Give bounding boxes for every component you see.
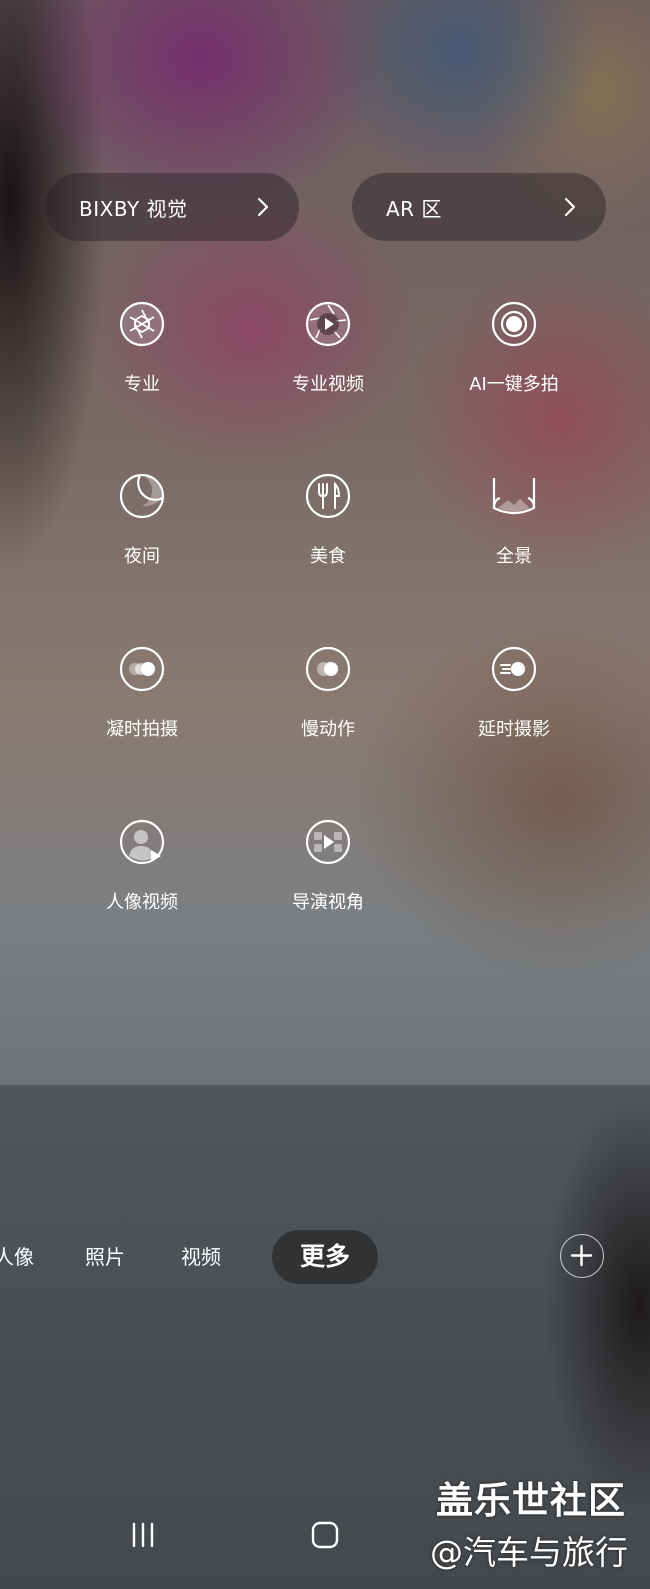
single-take-icon — [491, 301, 537, 347]
mode-label: 慢动作 — [301, 719, 355, 740]
mode-director-view[interactable]: 导演视角 — [253, 818, 403, 914]
aperture-icon — [119, 301, 165, 347]
mode-label: 美食 — [310, 546, 346, 567]
tab-video[interactable]: 视频 — [181, 1230, 221, 1284]
recent-apps-icon[interactable] — [128, 1520, 158, 1550]
camera-mode-tabs: 人像 照片 视频 更多 — [0, 1230, 650, 1288]
mode-label: 人像视频 — [106, 892, 178, 913]
ar-zone-label: AR 区 — [386, 196, 442, 221]
mode-food[interactable]: 美食 — [253, 472, 403, 568]
add-mode-button[interactable] — [560, 1234, 604, 1278]
mode-pro-video[interactable]: 专业视频 — [253, 300, 403, 396]
mode-panorama[interactable]: 全景 — [439, 472, 589, 568]
watermark-community: 盖乐世社区 — [436, 1479, 626, 1522]
mode-portrait-video[interactable]: 人像视频 — [67, 818, 217, 914]
mode-label: 全景 — [496, 546, 532, 567]
plus-icon — [570, 1244, 593, 1267]
bixby-vision-button[interactable]: BIXBY 视觉 — [45, 173, 299, 241]
mode-hyperlapse[interactable]: 凝时拍摄 — [67, 645, 217, 741]
chevron-right-icon — [257, 197, 269, 217]
mode-label: 凝时拍摄 — [106, 719, 178, 740]
watermark-author: @汽车与旅行 — [430, 1533, 628, 1572]
director-view-icon — [305, 819, 351, 865]
mode-label: 导演视角 — [292, 892, 364, 913]
mode-single-take[interactable]: AI一键多拍 — [439, 300, 589, 396]
mode-time-lapse[interactable]: 延时摄影 — [439, 645, 589, 741]
home-icon[interactable] — [310, 1520, 340, 1550]
slow-motion-icon — [305, 646, 351, 692]
mode-pro[interactable]: 专业 — [67, 300, 217, 396]
mode-night[interactable]: 夜间 — [67, 472, 217, 568]
mode-label: 夜间 — [124, 546, 160, 567]
mode-label: 专业 — [124, 374, 160, 395]
fork-knife-icon — [305, 473, 351, 519]
moon-icon — [119, 473, 165, 519]
portrait-video-icon — [119, 819, 165, 865]
time-lapse-icon — [491, 646, 537, 692]
chevron-right-icon — [564, 197, 576, 217]
aperture-play-icon — [305, 301, 351, 347]
mode-label: AI一键多拍 — [469, 374, 559, 395]
tab-more[interactable]: 更多 — [272, 1230, 379, 1284]
tab-portrait[interactable]: 人像 — [0, 1230, 34, 1284]
ar-zone-button[interactable]: AR 区 — [352, 173, 606, 241]
bixby-vision-label: BIXBY 视觉 — [79, 196, 188, 221]
panorama-icon — [492, 478, 536, 515]
mode-label: 专业视频 — [292, 374, 364, 395]
hyperlapse-icon — [119, 646, 165, 692]
mode-slow-motion[interactable]: 慢动作 — [253, 645, 403, 741]
mode-label: 延时摄影 — [478, 719, 550, 740]
tab-photo[interactable]: 照片 — [85, 1230, 125, 1284]
